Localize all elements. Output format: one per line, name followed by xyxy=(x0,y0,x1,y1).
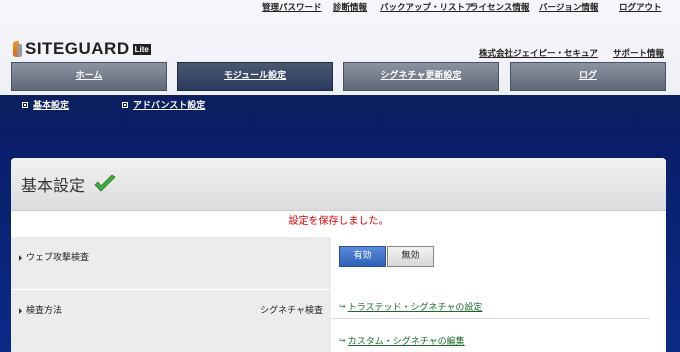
row-web-attack: ウェブ攻撃検査 有効 無効 xyxy=(11,236,666,289)
nav-module-settings[interactable]: モジュール設定 xyxy=(177,62,333,91)
nav-signature-update[interactable]: シグネチャ更新設定 xyxy=(343,62,499,91)
triangle-bullet-icon xyxy=(19,254,22,261)
row-method-value-cell: ↪ トラステッド・シグネチャの設定 ↪ カスタム・シグネチャの編集 xyxy=(331,289,666,352)
support-info-link[interactable]: サポート情報 xyxy=(613,47,664,59)
logo-lite-badge: Lite xyxy=(132,43,151,55)
saved-message: 設定を保存しました。 xyxy=(288,216,389,227)
disable-button[interactable]: 無効 xyxy=(387,246,434,267)
enable-button[interactable]: 有効 xyxy=(339,246,386,267)
row-web-attack-label-cell: ウェブ攻撃検査 xyxy=(11,236,331,289)
page-title: 基本設定 xyxy=(21,176,86,195)
web-attack-toggle: 有効 無効 xyxy=(339,246,434,267)
custom-signature-link[interactable]: カスタム・シグネチャの編集 xyxy=(348,334,465,347)
settings-panel: 基本設定 設定を保存しました。 ウェブ攻撃検査 有効 無効 検査方法 シグネチャ… xyxy=(11,158,666,352)
top-links: 管理パスワード 診断情報 バックアップ・リストア ライセンス情報 バージョン情報… xyxy=(262,0,672,14)
row-method-label-cell: 検査方法 シグネチャ検査 xyxy=(11,289,331,352)
method-label: 検査方法 xyxy=(19,303,62,316)
version-info-link[interactable]: バージョン情報 xyxy=(539,1,598,13)
main-nav: ホーム モジュール設定 シグネチャ更新設定 ログ xyxy=(11,62,668,91)
subnav-basic-settings[interactable]: 基本設定 xyxy=(22,98,69,111)
company-link[interactable]: 株式会社ジェイピー・セキュア xyxy=(479,47,598,59)
subnav-advanced-settings[interactable]: アドバンスト設定 xyxy=(122,98,205,111)
row-method: 検査方法 シグネチャ検査 ↪ トラステッド・シグネチャの設定 ↪ カスタム・シグ… xyxy=(11,289,666,352)
row-web-attack-value-cell: 有効 無効 xyxy=(331,236,666,289)
subnav-advanced-label: アドバンスト設定 xyxy=(133,101,206,111)
admin-password-link[interactable]: 管理パスワード xyxy=(262,1,322,13)
logo-mark-icon xyxy=(13,41,22,57)
license-info-link[interactable]: ライセンス情報 xyxy=(470,1,529,13)
link-icon: ↪ xyxy=(339,336,346,345)
web-attack-label: ウェブ攻撃検査 xyxy=(19,250,89,263)
checkmark-icon xyxy=(94,174,116,192)
logout-link[interactable]: ログアウト xyxy=(619,1,662,13)
backup-restore-link[interactable]: バックアップ・リストア xyxy=(380,1,474,13)
method-sub-label: シグネチャ検査 xyxy=(260,306,323,316)
diagnostics-link[interactable]: 診断情報 xyxy=(333,1,367,13)
nav-log[interactable]: ログ xyxy=(510,62,666,91)
trusted-signature-link-row: ↪ トラステッド・シグネチャの設定 xyxy=(339,300,482,313)
custom-signature-link-row: ↪ カスタム・シグネチャの編集 xyxy=(339,334,465,347)
subnav-basic-label: 基本設定 xyxy=(33,101,70,111)
triangle-bullet-icon xyxy=(19,307,22,314)
logo-text: SITEGUARD xyxy=(25,39,130,58)
panel-header: 基本設定 xyxy=(11,158,666,211)
nav-home[interactable]: ホーム xyxy=(11,62,167,91)
divider xyxy=(330,318,650,319)
square-bullet-icon xyxy=(122,101,128,108)
siteguard-logo: SITEGUARD Lite xyxy=(13,39,151,59)
trusted-signature-link[interactable]: トラステッド・シグネチャの設定 xyxy=(348,300,483,313)
link-icon: ↪ xyxy=(339,302,346,311)
square-bullet-icon xyxy=(22,101,28,108)
